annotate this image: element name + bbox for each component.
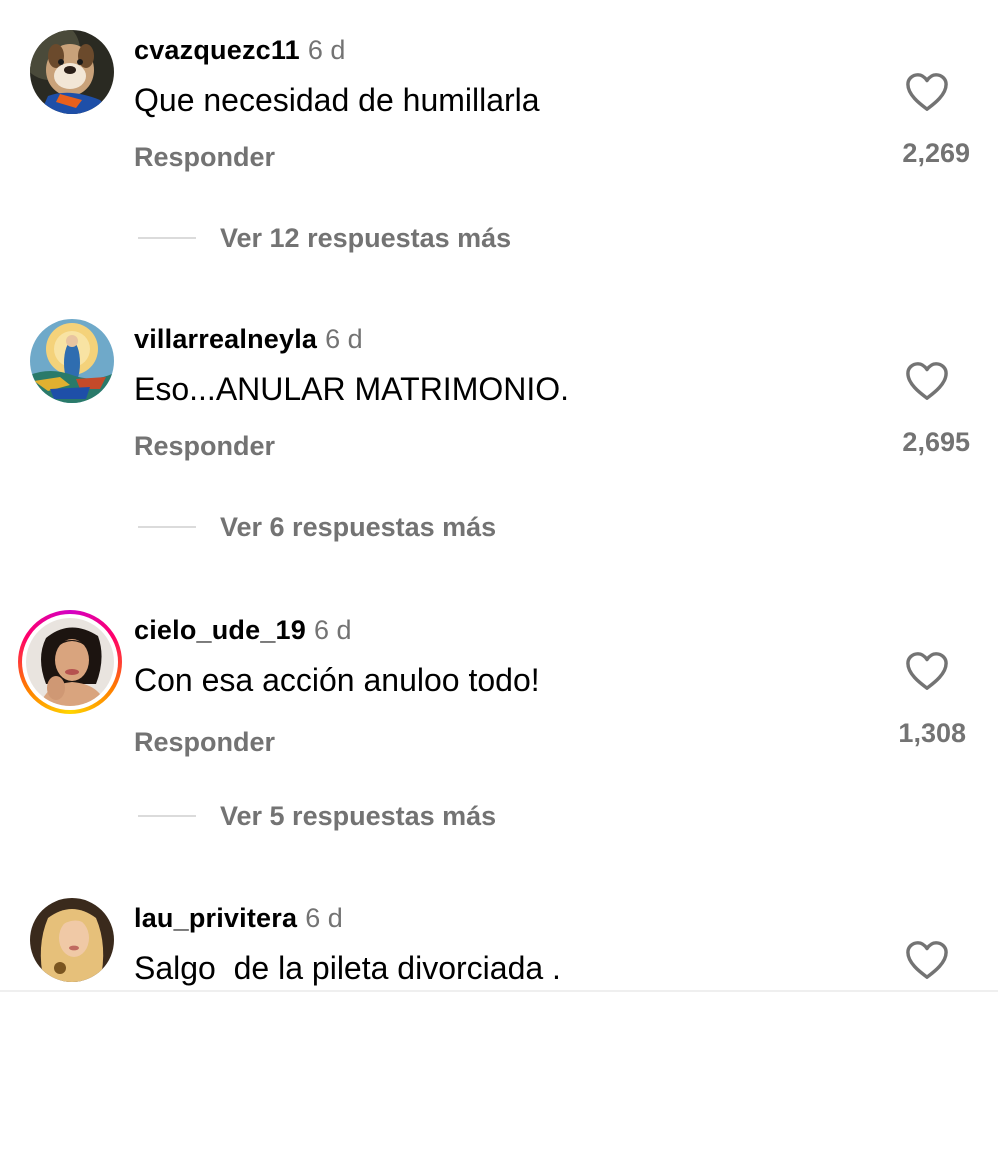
view-replies-button[interactable]: Ver 6 respuestas más: [138, 510, 496, 544]
heart-icon[interactable]: [904, 360, 950, 402]
bulldog-avatar-icon: [30, 30, 114, 114]
comment-text: Que necesidad de humillarla: [134, 82, 540, 118]
username-link[interactable]: lau_privitera: [134, 903, 297, 933]
timestamp: 6 d: [325, 324, 363, 354]
reply-button[interactable]: Responder: [134, 430, 275, 462]
avatar[interactable]: [30, 319, 114, 403]
comment-text: Eso...ANULAR MATRIMONIO.: [134, 371, 570, 407]
comment-item: cvazquezc11 6 d Que necesidad de humillar…: [0, 0, 998, 290]
comment-header: cielo_ude_19 6 d: [134, 614, 352, 646]
username-link[interactable]: cvazquezc11: [134, 35, 300, 65]
divider-line: [138, 526, 196, 528]
comment-item: lau_privitera 6 d Salgo de la pileta divo…: [0, 868, 998, 1158]
reply-button[interactable]: Responder: [134, 141, 275, 173]
like-count[interactable]: 2,695: [902, 426, 970, 458]
like-count[interactable]: 1,308: [898, 717, 966, 749]
like-count[interactable]: 2,269: [902, 137, 970, 169]
woman-portrait-avatar-icon: [26, 618, 114, 706]
view-replies-button[interactable]: Ver 12 respuestas más: [138, 221, 511, 255]
bottom-divider: [0, 990, 998, 992]
divider-line: [138, 237, 196, 239]
comment-item: villarrealneyla 6 d Eso...ANULAR MATRIMON…: [0, 289, 998, 579]
comment-text: Con esa acción anuloo todo!: [134, 662, 540, 698]
comment-text: Salgo de la pileta divorciada .: [134, 950, 561, 986]
reply-button[interactable]: Responder: [134, 726, 275, 758]
avatar[interactable]: [30, 898, 114, 982]
timestamp: 6 d: [307, 35, 346, 65]
username-link[interactable]: villarrealneyla: [134, 324, 317, 354]
heart-icon[interactable]: [904, 71, 950, 113]
avatar: [26, 618, 114, 706]
avatar[interactable]: [30, 30, 114, 114]
view-replies-button[interactable]: Ver 5 respuestas más: [138, 799, 496, 833]
comment-header: cvazquezc11 6 d: [134, 34, 345, 66]
religious-art-avatar-icon: [30, 319, 114, 403]
comment-item: cielo_ude_19 6 d Con esa acción anuloo to…: [0, 580, 998, 870]
blonde-woman-avatar-icon: [30, 898, 114, 982]
view-replies-label: Ver 6 respuestas más: [220, 511, 497, 542]
timestamp: 6 d: [314, 615, 352, 645]
story-ring[interactable]: [18, 610, 122, 714]
heart-icon[interactable]: [904, 939, 950, 981]
view-replies-label: Ver 5 respuestas más: [220, 800, 497, 831]
comment-header: villarrealneyla 6 d: [134, 323, 363, 355]
username-link[interactable]: cielo_ude_19: [134, 615, 306, 645]
view-replies-label: Ver 12 respuestas más: [220, 222, 512, 253]
comment-header: lau_privitera 6 d: [134, 902, 343, 934]
heart-icon[interactable]: [904, 650, 950, 692]
timestamp: 6 d: [305, 903, 343, 933]
divider-line: [138, 815, 196, 817]
